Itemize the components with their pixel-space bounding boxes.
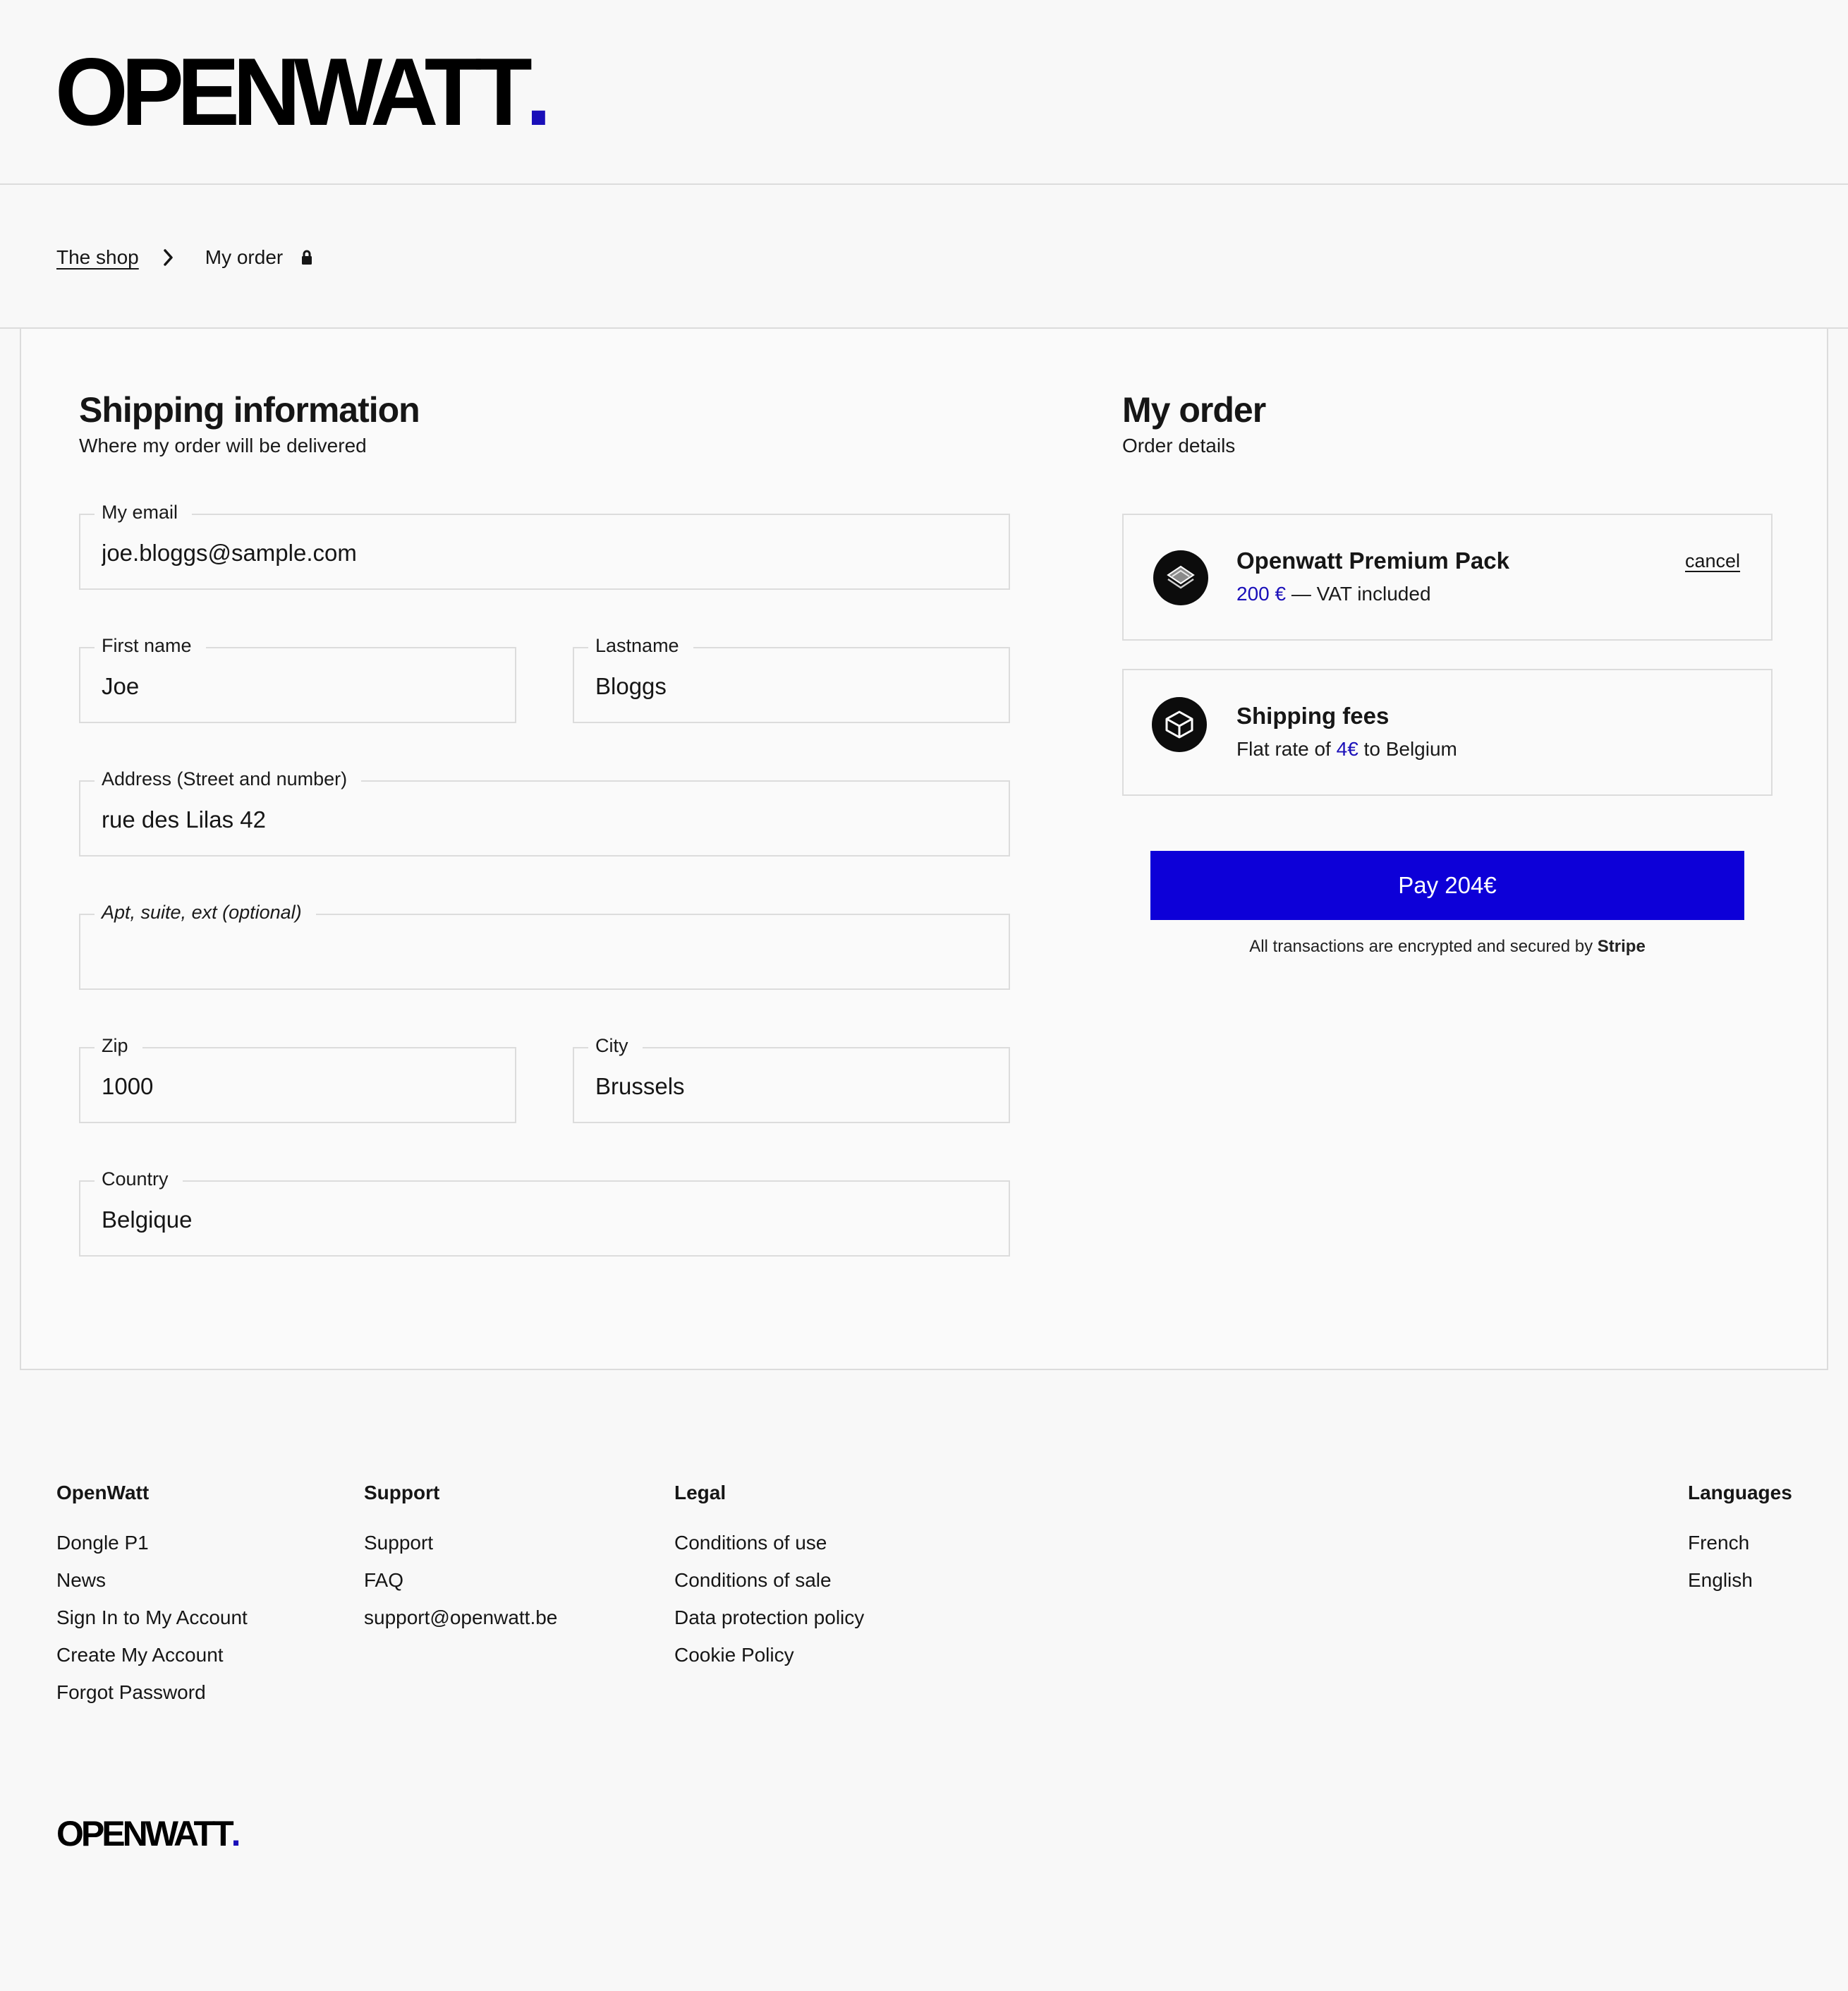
breadcrumb-shop-link[interactable]: The shop (56, 246, 139, 269)
footer-link-forgot-password[interactable]: Forgot Password (56, 1674, 248, 1711)
stripe-brand: Stripe (1597, 937, 1646, 956)
first-name-label: First name (95, 631, 206, 660)
shipping-fees-detail: Flat rate of 4€ to Belgium (1236, 739, 1457, 759)
footer-link-conditions-of-use[interactable]: Conditions of use (674, 1524, 864, 1561)
email-input[interactable] (102, 533, 995, 573)
apt-field: Apt, suite, ext (optional) (79, 898, 1010, 990)
openwatt-logo[interactable]: OPENWATT. (55, 44, 552, 140)
city-label: City (588, 1031, 643, 1060)
footer-logo-dot: . (231, 1814, 241, 1853)
last-name-label: Lastname (588, 631, 693, 660)
order-subtitle: Order details (1122, 435, 1236, 456)
footer-heading: Languages (1688, 1482, 1792, 1503)
country-input[interactable] (102, 1200, 995, 1240)
footer-column-openwatt: OpenWatt Dongle P1 News Sign In to My Ac… (56, 1483, 248, 1711)
product-vat-note: — VAT included (1286, 583, 1431, 605)
country-label: Country (95, 1165, 183, 1193)
order-title: My order (1122, 390, 1266, 430)
footer-link-support[interactable]: Support (364, 1524, 557, 1561)
last-name-field: Lastname (573, 631, 1010, 723)
email-label: My email (95, 498, 193, 526)
footer-link-news[interactable]: News (56, 1561, 248, 1599)
apt-input[interactable] (102, 933, 995, 973)
breadcrumb-trail: The shop My order (56, 243, 312, 272)
footer-link-sign-in[interactable]: Sign In to My Account (56, 1599, 248, 1636)
footer-link-support-email[interactable]: support@openwatt.be (364, 1599, 557, 1636)
logo-dot: . (525, 38, 552, 145)
cancel-product-link[interactable]: cancel (1685, 550, 1740, 572)
product-name: Openwatt Premium Pack (1236, 547, 1509, 574)
zip-field: Zip (79, 1031, 516, 1123)
zip-label: Zip (95, 1031, 142, 1060)
footer-link-cookie-policy[interactable]: Cookie Policy (674, 1636, 864, 1674)
chevron-right-icon (163, 248, 174, 267)
secure-payment-note: All transactions are encrypted and secur… (1150, 937, 1744, 957)
lock-icon (301, 250, 312, 265)
country-field: Country (79, 1165, 1010, 1257)
footer-link-faq[interactable]: FAQ (364, 1561, 557, 1599)
product-price-line: 200 € — VAT included (1236, 584, 1431, 604)
footer-column-legal: Legal Conditions of use Conditions of sa… (674, 1483, 864, 1674)
shipping-title: Shipping information (79, 390, 420, 430)
footer-column-support: Support Support FAQ support@openwatt.be (364, 1483, 557, 1636)
secure-note-text: All transactions are encrypted and secur… (1249, 937, 1598, 956)
last-name-input[interactable] (595, 667, 995, 706)
city-field: City (573, 1031, 1010, 1123)
first-name-input[interactable] (102, 667, 501, 706)
address-label: Address (Street and number) (95, 765, 362, 793)
footer-heading: Support (364, 1482, 440, 1503)
product-price: 200 € (1236, 583, 1287, 605)
email-field: My email (79, 498, 1010, 590)
shipping-fees-card: Shipping fees Flat rate of 4€ to Belgium (1122, 669, 1773, 796)
shipping-fees-prefix: Flat rate of (1236, 738, 1337, 760)
shipping-fees-title: Shipping fees (1236, 703, 1390, 729)
city-input[interactable] (595, 1067, 995, 1106)
address-input[interactable] (102, 800, 995, 840)
box-icon (1152, 697, 1207, 752)
footer-heading: OpenWatt (56, 1482, 150, 1503)
shipping-subtitle: Where my order will be delivered (79, 435, 367, 456)
language-english[interactable]: English (1688, 1561, 1792, 1599)
shipping-fees-suffix: to Belgium (1358, 738, 1457, 760)
footer-column-languages: Languages French English (1688, 1483, 1792, 1599)
footer-link-create-account[interactable]: Create My Account (56, 1636, 248, 1674)
footer-logo[interactable]: OPENWATT. (56, 1816, 241, 1851)
order-product-card: Openwatt Premium Pack 200 € — VAT includ… (1122, 514, 1773, 641)
site-header: OPENWATT. (0, 0, 1848, 185)
shipping-fees-amount: 4€ (1336, 738, 1358, 760)
language-french[interactable]: French (1688, 1524, 1792, 1561)
package-layers-icon (1153, 550, 1208, 605)
breadcrumb-current: My order (205, 246, 284, 268)
footer-logo-text: OPENWATT (56, 1814, 234, 1853)
pay-button[interactable]: Pay 204€ (1150, 851, 1744, 920)
breadcrumb: The shop My order (0, 185, 1848, 329)
apt-label: Apt, suite, ext (optional) (95, 898, 316, 926)
footer-link-conditions-of-sale[interactable]: Conditions of sale (674, 1561, 864, 1599)
footer-heading: Legal (674, 1482, 727, 1503)
address-field: Address (Street and number) (79, 765, 1010, 857)
first-name-field: First name (79, 631, 516, 723)
footer-link-data-protection[interactable]: Data protection policy (674, 1599, 864, 1636)
footer-link-dongle[interactable]: Dongle P1 (56, 1524, 248, 1561)
zip-input[interactable] (102, 1067, 501, 1106)
checkout-panel: Shipping information Where my order will… (20, 329, 1828, 1370)
logo-text: OPENWATT (55, 38, 533, 145)
